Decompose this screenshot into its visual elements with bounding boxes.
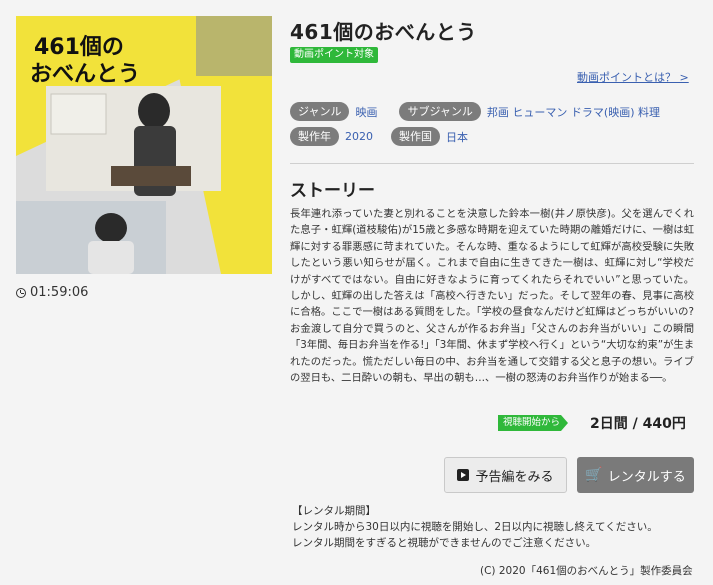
point-info-link[interactable]: 動画ポイントとは？ > [577,69,689,85]
poster-title-line2: おべんとう [30,62,140,87]
subgenre-values[interactable]: 邦画 ヒューマン ドラマ(映画) 料理 [487,104,660,120]
play-icon [457,469,470,481]
divider [290,163,694,164]
trailer-button[interactable]: 予告編をみる [444,457,567,493]
rental-line1: レンタル時から30日以内に視聴を開始し、2日以内に視聴し終えてください。 [292,521,658,533]
genre-label: ジャンル [290,102,350,121]
subgenre-label: サブジャンル [399,102,481,121]
meta-row-year: 製作年 2020 製作国 日本 [290,127,468,146]
rent-button[interactable]: 🛒 レンタルする [577,457,694,493]
page-title: 461個のおべんとう [290,20,477,44]
year-label: 製作年 [290,127,339,146]
movie-poster: 461個の おべんとう [16,16,272,274]
genre-value[interactable]: 映画 [355,104,377,120]
story-text: 長年連れ添っていた妻と別れることを決意した鈴本一樹(井ノ原快彦)。父を選んでくれ… [290,208,694,385]
rental-heading: 【レンタル期間】 [292,505,376,517]
cart-icon: 🛒 [585,467,603,483]
poster-title-line1: 461個の [34,35,124,60]
rental-info: 【レンタル期間】 レンタル時から30日以内に視聴を開始し、2日以内に視聴し終えて… [292,503,658,551]
poster-artwork: 461個の おべんとう [16,16,272,274]
duration-text: 01:59:06 [30,285,89,300]
copyright: (C) 2020「461個のおべんとう」製作委員会 [480,565,693,577]
duration: 01:59:06 [16,285,88,300]
trailer-button-label: 予告編をみる [475,469,554,485]
rent-button-label: レンタルする [607,469,686,485]
price-value: 2日間 / 440円 [590,416,686,432]
clock-icon [16,287,26,298]
story-heading: ストーリー [290,181,375,201]
country-value[interactable]: 日本 [446,129,468,145]
year-value[interactable]: 2020 [345,130,373,143]
meta-row-genre: ジャンル 映画 サブジャンル 邦画 ヒューマン ドラマ(映画) 料理 [290,102,660,121]
point-badge: 動画ポイント対象 [290,47,378,63]
country-label: 製作国 [391,127,440,146]
rental-line2: レンタル期間をすぎると視聴ができませんのでご注意ください。 [292,537,597,549]
price-tag: 視聴開始から [498,415,569,431]
